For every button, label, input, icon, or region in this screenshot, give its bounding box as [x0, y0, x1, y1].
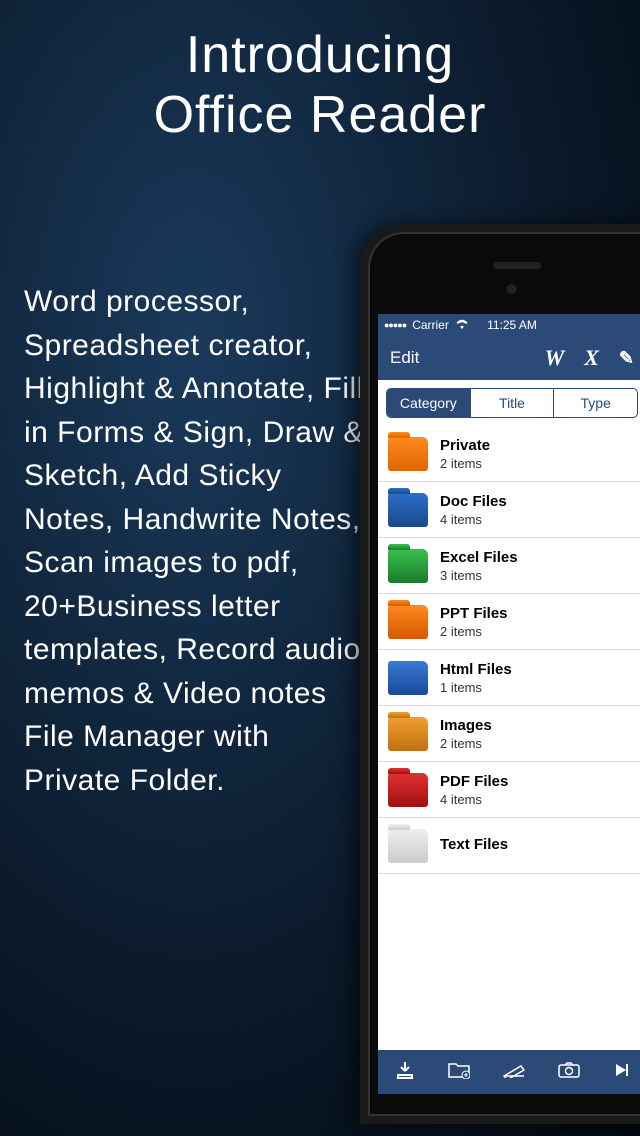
list-item[interactable]: Private 2 items	[378, 426, 640, 482]
hero-line-2: Office Reader	[0, 86, 640, 146]
folder-title: Doc Files	[440, 493, 507, 510]
feature-list: Word processor, Spreadsheet creator, Hig…	[24, 280, 374, 802]
hero-line-1: Introducing	[0, 26, 640, 86]
scan-icon[interactable]	[503, 1062, 525, 1083]
folder-subtitle: 2 items	[440, 736, 492, 751]
folder-title: Text Files	[440, 836, 508, 853]
nav-bar: Edit W X ✎	[378, 336, 640, 380]
list-item[interactable]: Text Files	[378, 818, 640, 874]
folder-title: Private	[440, 437, 490, 454]
list-item[interactable]: Images 2 items	[378, 706, 640, 762]
camera-icon[interactable]	[558, 1062, 580, 1083]
folder-subtitle: 2 items	[440, 624, 508, 639]
pencil-icon[interactable]: ✎	[619, 348, 634, 369]
folder-icon	[388, 829, 428, 863]
folder-icon	[388, 773, 428, 807]
folder-list: Private 2 items Doc Files 4 items Excel …	[378, 426, 640, 874]
status-bar: ●●●●● Carrier 11:25 AM	[378, 314, 640, 336]
phone-camera	[507, 284, 517, 294]
more-icon[interactable]	[613, 1062, 629, 1083]
new-folder-icon[interactable]	[448, 1061, 470, 1084]
folder-title: Images	[440, 717, 492, 734]
folder-title: PPT Files	[440, 605, 508, 622]
folder-subtitle: 3 items	[440, 568, 518, 583]
list-item[interactable]: Html Files 1 items	[378, 650, 640, 706]
folder-title: Html Files	[440, 661, 512, 678]
folder-title: Excel Files	[440, 549, 518, 566]
folder-subtitle: 1 items	[440, 680, 512, 695]
segmented-control: Category Title Type	[386, 388, 638, 418]
list-item[interactable]: PPT Files 2 items	[378, 594, 640, 650]
hero-title: Introducing Office Reader	[0, 0, 640, 146]
folder-subtitle: 2 items	[440, 456, 490, 471]
folder-subtitle: 4 items	[440, 792, 508, 807]
word-icon[interactable]: W	[545, 345, 565, 371]
folder-subtitle: 4 items	[440, 512, 507, 527]
folder-icon	[388, 661, 428, 695]
download-icon[interactable]	[395, 1060, 415, 1085]
folder-title: PDF Files	[440, 773, 508, 790]
list-item[interactable]: Doc Files 4 items	[378, 482, 640, 538]
phone-frame: ●●●●● Carrier 11:25 AM Edit W X ✎ Catego…	[360, 224, 640, 1124]
clock-label: 11:25 AM	[378, 318, 640, 332]
list-item[interactable]: PDF Files 4 items	[378, 762, 640, 818]
bottom-toolbar	[378, 1050, 640, 1094]
segment-type[interactable]: Type	[553, 389, 637, 417]
excel-icon[interactable]: X	[584, 345, 599, 371]
segment-title[interactable]: Title	[470, 389, 554, 417]
segment-category[interactable]: Category	[387, 389, 470, 417]
folder-icon	[388, 493, 428, 527]
list-item[interactable]: Excel Files 3 items	[378, 538, 640, 594]
folder-icon	[388, 437, 428, 471]
folder-icon	[388, 717, 428, 751]
folder-icon	[388, 605, 428, 639]
folder-icon	[388, 549, 428, 583]
edit-button[interactable]: Edit	[390, 348, 419, 368]
phone-earpiece	[493, 262, 541, 269]
phone-screen: ●●●●● Carrier 11:25 AM Edit W X ✎ Catego…	[378, 314, 640, 1094]
